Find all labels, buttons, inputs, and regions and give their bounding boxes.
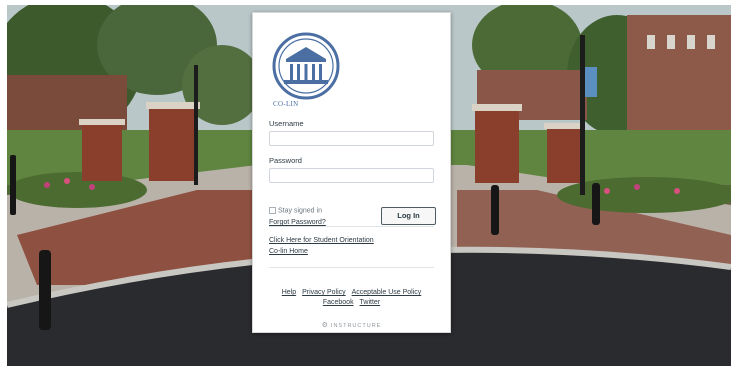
- logo-text: CO-LIN: [273, 100, 299, 108]
- facebook-link[interactable]: Facebook: [323, 299, 354, 306]
- privacy-policy-link[interactable]: Privacy Policy: [302, 289, 346, 296]
- password-label: Password: [269, 156, 302, 165]
- username-label: Username: [269, 119, 304, 128]
- login-card: CO-LIN Username Password Stay signed in …: [252, 12, 451, 333]
- divider: [269, 226, 434, 227]
- acceptable-use-link[interactable]: Acceptable Use Policy: [352, 289, 422, 296]
- login-page: CO-LIN Username Password Stay signed in …: [0, 0, 738, 369]
- twitter-link[interactable]: Twitter: [360, 299, 381, 306]
- footer-links-row1: Help Privacy Policy Acceptable Use Polic…: [253, 289, 450, 296]
- stay-signed-in-label: Stay signed in: [278, 207, 322, 215]
- colin-logo: CO-LIN: [269, 31, 343, 109]
- help-link[interactable]: Help: [282, 289, 296, 296]
- college-building-icon: [272, 32, 340, 100]
- instructure-icon: ⚙: [321, 322, 329, 329]
- instructure-brand[interactable]: ⚙ INSTRUCTURE: [253, 321, 450, 329]
- instructure-label: INSTRUCTURE: [330, 323, 382, 329]
- password-input[interactable]: [269, 168, 434, 183]
- student-orientation-link[interactable]: Click Here for Student Orientation: [269, 237, 374, 244]
- divider: [269, 267, 434, 268]
- username-input[interactable]: [269, 131, 434, 146]
- stay-signed-in-checkbox[interactable]: [269, 207, 276, 214]
- login-button[interactable]: Log In: [381, 207, 436, 225]
- stay-signed-in[interactable]: Stay signed in: [269, 207, 322, 214]
- forgot-password-link[interactable]: Forgot Password?: [269, 219, 326, 226]
- colin-home-link[interactable]: Co-lin Home: [269, 248, 308, 255]
- footer-links-row2: Facebook Twitter: [253, 299, 450, 306]
